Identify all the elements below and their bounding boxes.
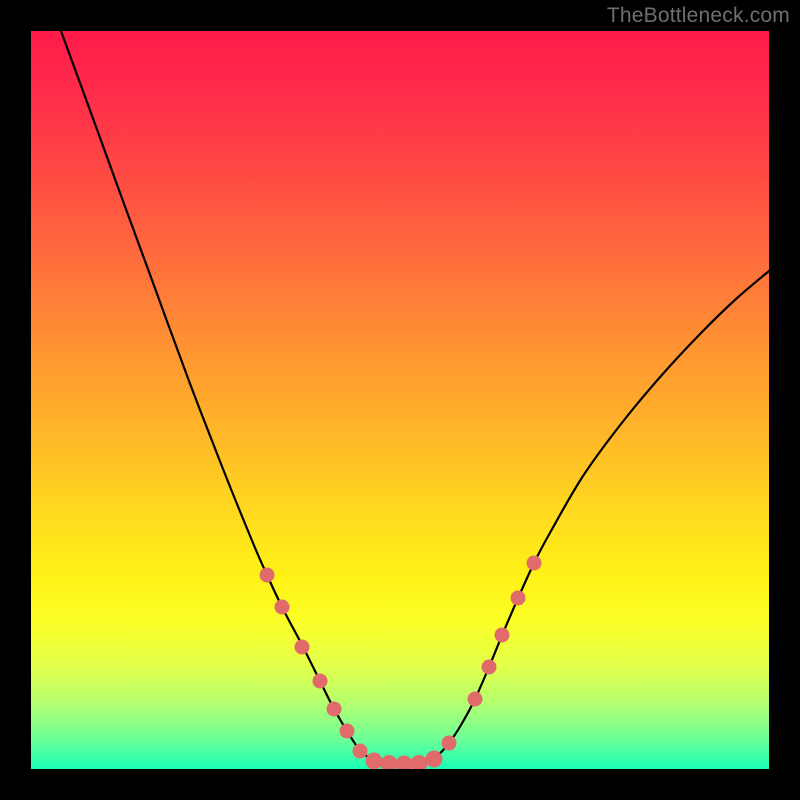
marker-left-6 <box>353 744 368 759</box>
marker-bottom-3 <box>411 755 428 769</box>
marker-right-5 <box>527 556 542 571</box>
marker-left-1 <box>275 600 290 615</box>
chart-svg <box>31 31 769 769</box>
bottleneck-curve <box>61 31 769 764</box>
marker-bottom-2 <box>396 756 413 770</box>
marker-bottom-4 <box>426 751 443 768</box>
marker-bottom-1 <box>381 755 398 769</box>
marker-right-3 <box>495 628 510 643</box>
marker-left-5 <box>340 724 355 739</box>
marker-right-2 <box>482 660 497 675</box>
marker-left-4 <box>327 702 342 717</box>
watermark-text: TheBottleneck.com <box>607 4 790 28</box>
marker-left-2 <box>295 640 310 655</box>
marker-bottom-0 <box>366 753 383 770</box>
plot-area <box>31 31 769 769</box>
marker-left-3 <box>313 674 328 689</box>
data-markers <box>260 556 542 770</box>
marker-left-0 <box>260 568 275 583</box>
marker-right-1 <box>468 692 483 707</box>
marker-right-4 <box>511 591 526 606</box>
marker-right-0 <box>442 736 457 751</box>
chart-frame: TheBottleneck.com <box>0 0 800 800</box>
